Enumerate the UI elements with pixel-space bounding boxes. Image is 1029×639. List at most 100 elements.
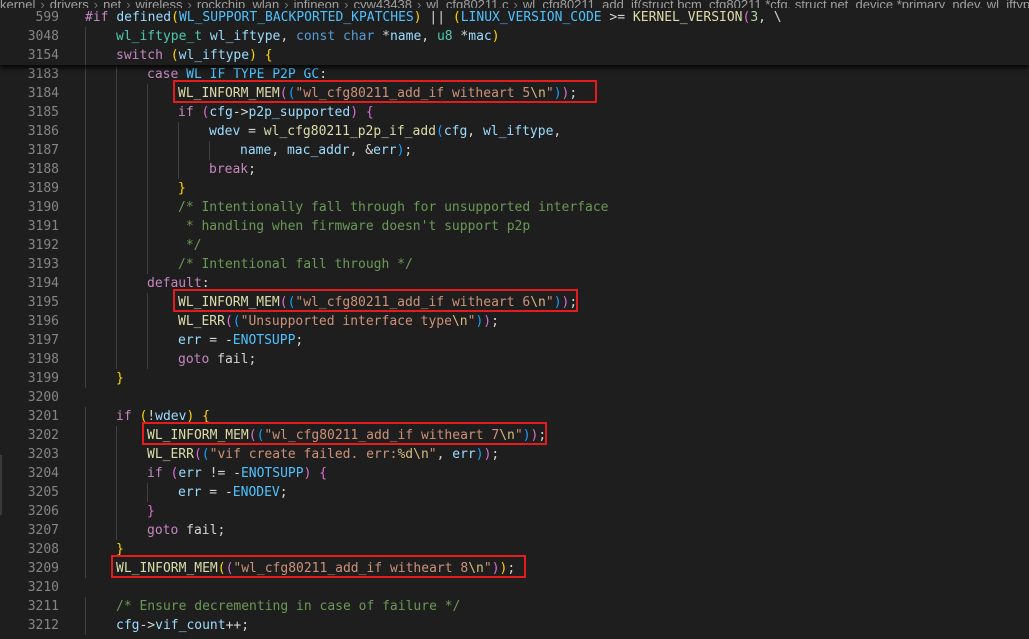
code-token: "wl_cfg80211_add_if witheart 5 — [295, 86, 531, 101]
code-line[interactable]: 3187 name, mac_addr, &err); — [0, 141, 1029, 160]
code-line[interactable]: 3186 wdev = wl_cfg80211_p2p_if_add(cfg, w… — [0, 122, 1029, 141]
line-number: 3189 — [27, 181, 59, 196]
code-token: ; — [569, 86, 578, 101]
code-token: goto — [178, 352, 210, 367]
code-text: * handling when firmware doesn't support… — [178, 217, 530, 236]
code-token: \n — [468, 561, 484, 576]
code-token: : — [201, 276, 210, 291]
code-line[interactable]: 3199} — [0, 369, 1029, 388]
code-token: 3 — [750, 10, 759, 25]
code-token: ( — [193, 447, 202, 462]
code-editor[interactable]: 3183 case WL_IF_TYPE_P2P_GC: 3184 WL_INFORM… — [0, 65, 1029, 639]
code-token: case — [147, 67, 179, 82]
code-line[interactable]: 3203 WL_ERR(("vif create failed. err:%d\n… — [0, 445, 1029, 464]
indent-guide — [116, 255, 117, 274]
code-text: WL_ERR(("Unsupported interface type\n"))… — [178, 312, 499, 331]
code-line[interactable]: 3200 — [0, 388, 1029, 407]
line-number: 3209 — [27, 561, 59, 576]
code-token: ; — [538, 428, 547, 443]
code-line[interactable]: 3198 goto fail; — [0, 350, 1029, 369]
indent-guide — [116, 293, 117, 312]
code-token: LINUX_VERSION_CODE — [460, 10, 602, 25]
code-line[interactable]: 3190 /* Intentionally fall through for un… — [0, 198, 1029, 217]
code-text: /* Intentionally fall through for unsupp… — [178, 198, 608, 217]
code-token: , & — [349, 143, 374, 158]
code-token: { — [202, 409, 210, 424]
code-line[interactable]: 3201 if (!wdev) { — [0, 407, 1029, 426]
code-text: } — [147, 502, 155, 521]
line-number: 3197 — [27, 333, 59, 348]
code-line[interactable]: 3197 err = -ENOTSUPP; — [0, 331, 1029, 350]
line-number: 599 — [35, 10, 59, 25]
code-line[interactable]: 3212 cfg->vif_count++; — [0, 616, 1029, 635]
code-line[interactable]: 3196 WL_ERR(("Unsupported interface type\… — [0, 312, 1029, 331]
code-line[interactable]: 3207 goto fail; — [0, 521, 1029, 540]
code-line[interactable]: 3211 /* Ensure decrementing in case of fa… — [0, 597, 1029, 616]
code-line[interactable]: 3184 WL_INFORM_MEM(("wl_cfg80211_add_if w… — [0, 80, 1029, 103]
code-line[interactable]: 3189} — [0, 179, 1029, 198]
code-token: ++; — [225, 618, 250, 633]
code-text: WL_INFORM_MEM(("wl_cfg80211_add_if withe… — [147, 426, 546, 445]
code-text: /* Ensure decrementing in case of failur… — [116, 597, 460, 616]
code-line[interactable]: 3188 break; — [0, 160, 1029, 179]
code-line[interactable]: 3048 wl_iftype_t wl_iftype, const char *n… — [0, 27, 1029, 46]
code-line[interactable]: 3195 WL_INFORM_MEM(("wl_cfg80211_add_if w… — [0, 289, 1029, 312]
code-line[interactable]: 3208} — [0, 540, 1029, 559]
code-text: goto fail; — [178, 350, 256, 369]
code-token: #if — [85, 10, 117, 25]
code-token: cfg — [209, 105, 233, 120]
line-number: 3154 — [27, 48, 59, 63]
line-number: 3202 — [27, 428, 59, 443]
code-token: ; — [404, 143, 413, 158]
code-token: " — [483, 561, 492, 576]
code-line[interactable]: 3194 default: — [0, 274, 1029, 293]
code-line[interactable]: 599 #if defined(WL_SUPPORT_BACKPORTED_KPA… — [0, 8, 1029, 27]
code-line[interactable]: 3205 err = -ENODEV; — [0, 483, 1029, 502]
code-text: wl_iftype_t wl_iftype, const char *name,… — [116, 27, 500, 46]
code-line[interactable]: 3183 case WL_IF_TYPE_P2P_GC: — [0, 65, 1029, 84]
line-number: 3207 — [27, 523, 59, 538]
code-token: , — [421, 29, 437, 44]
code-token: * — [374, 29, 390, 44]
code-token: mac_addr — [286, 143, 350, 158]
code-line[interactable]: 3202 WL_INFORM_MEM(("wl_cfg80211_add_if w… — [0, 422, 1029, 445]
code-token: , — [271, 143, 287, 158]
code-line[interactable]: 3154 switch (wl_iftype) { — [0, 46, 1029, 65]
code-line[interactable]: 3210 — [0, 578, 1029, 597]
code-token: break — [209, 162, 249, 177]
code-line[interactable]: 3204 if (err != -ENOTSUPP) { — [0, 464, 1029, 483]
code-token: if — [116, 409, 132, 424]
indent-guide — [85, 483, 86, 502]
indent-guide — [116, 483, 117, 502]
code-token: : — [319, 67, 328, 82]
code-token: */ — [178, 238, 202, 253]
code-token: wdev — [155, 409, 187, 424]
code-line[interactable]: 3209 WL_INFORM_MEM(("wl_cfg80211_add_if w… — [0, 555, 1029, 578]
code-line[interactable]: 3206} — [0, 502, 1029, 521]
code-line[interactable]: 3185 if (cfg->p2p_supported) { — [0, 103, 1029, 122]
indent-guide — [116, 84, 117, 103]
code-line[interactable]: 3192 */ — [0, 236, 1029, 255]
code-text: } — [178, 179, 186, 198]
code-token: * handling when firmware doesn't support… — [178, 219, 531, 234]
code-token: -> — [232, 105, 249, 120]
code-token: wl_iftype_t — [116, 29, 203, 44]
code-line[interactable]: 3193 /* Intentional fall through */ — [0, 255, 1029, 274]
indent-guide — [85, 236, 86, 255]
code-line[interactable]: 3191 * handling when firmware doesn't su… — [0, 217, 1029, 236]
code-token: KERNEL_VERSION — [632, 10, 743, 25]
code-token: p2p_supported — [248, 105, 351, 120]
code-text: err = -ENOTSUPP; — [178, 331, 303, 350]
code-token: >= — [601, 10, 633, 25]
code-token: ( — [279, 295, 288, 310]
indent-guide — [85, 369, 86, 388]
code-token: ( — [201, 447, 210, 462]
indent-guide — [85, 540, 86, 559]
code-token: ; — [248, 162, 256, 177]
code-token: cfg — [443, 124, 468, 139]
code-text: default: — [147, 274, 210, 293]
code-token: ; — [507, 561, 516, 576]
